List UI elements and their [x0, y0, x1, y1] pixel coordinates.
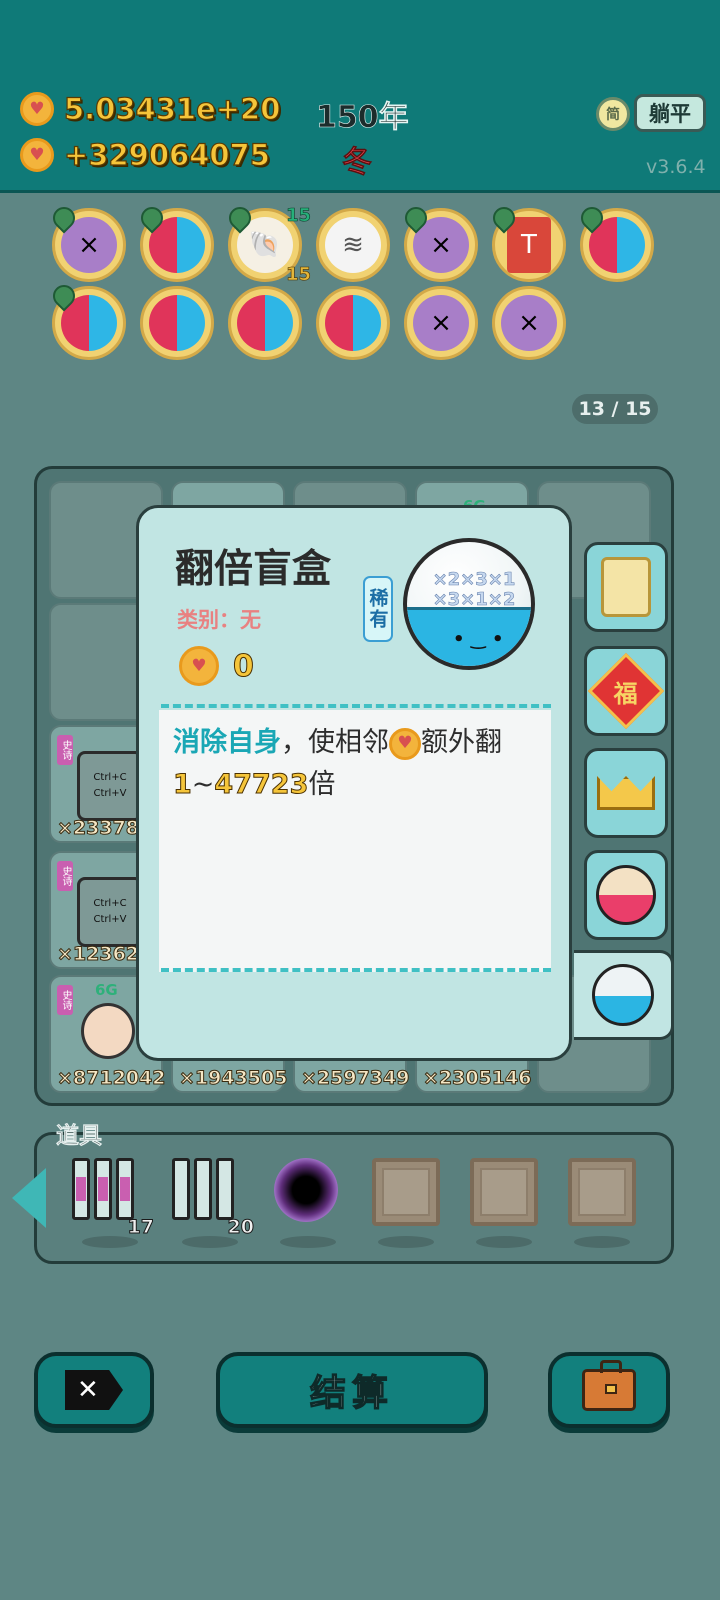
blind-box-tab[interactable]: [574, 950, 674, 1040]
pink-bowl-tab[interactable]: [584, 850, 668, 940]
empty-item-slot[interactable]: [372, 1158, 440, 1226]
description-box: 消除自身，使相邻 ♥ 额外翻1~47723倍: [159, 710, 551, 972]
empty-cards-icon: [172, 1158, 240, 1220]
item-value-row: ♥ 0: [179, 646, 254, 686]
cell-multiplier: ×12362: [56, 943, 140, 966]
bowl-numbers: ×2×3×1 ×3×1×2: [432, 569, 516, 610]
cell-badge: 6G: [95, 981, 118, 999]
blind-box-bowl-icon: [591, 964, 654, 1026]
version-label: v3.6.4: [646, 156, 706, 178]
scroll-left-arrow-icon[interactable]: [12, 1168, 46, 1228]
delete-icon: ✕: [65, 1370, 123, 1410]
dual-bowl-icon: [325, 295, 381, 351]
bag-button[interactable]: [548, 1352, 670, 1428]
ctrl-cv-key-icon: Ctrl+C Ctrl+V: [77, 877, 143, 947]
ctrl-cv-key-icon: Ctrl+C Ctrl+V: [77, 751, 143, 821]
coin-icon: ♥: [20, 92, 54, 126]
money-total: 5.03431e+20: [63, 91, 281, 126]
settle-button[interactable]: 结算: [216, 1352, 488, 1428]
skirt-icon: ≋: [325, 217, 381, 273]
item-coin-value: 0: [233, 648, 255, 684]
top-bar: ♥ 5.03431e+20 ♥ +329064075 150年 冬 简 躺平 v…: [0, 0, 720, 193]
crown-tab[interactable]: [584, 748, 668, 838]
dual-bowl-icon: [237, 295, 293, 351]
relic-multiplier-icon[interactable]: ×: [404, 286, 478, 360]
item-category: 类别：无: [177, 608, 261, 632]
money-gain: +329064075: [63, 137, 270, 172]
black-hole-item[interactable]: [274, 1158, 342, 1226]
crown-icon: [597, 776, 655, 810]
multiplier-icon: ×: [413, 295, 469, 351]
simplify-toggle-icon[interactable]: 简: [596, 97, 630, 131]
relic-dual-bowl-icon[interactable]: [140, 286, 214, 360]
page-indicator: 13 / 15: [572, 394, 658, 424]
relic-dual-bowl-icon[interactable]: [48, 280, 126, 360]
divider: [161, 968, 551, 972]
epic-tag: 史诗: [57, 985, 73, 1015]
cell-multiplier: ×2597349: [300, 1067, 410, 1090]
relic-count-bottom: 15: [285, 264, 312, 286]
briefcase-icon: [582, 1360, 636, 1411]
coin-icon: ♥: [20, 138, 54, 172]
year-label: 150年: [316, 100, 409, 136]
item-detail-popup: 翻倍盲盒 类别：无 ♥ 0 稀有 ×2×3×1 ×3×1×2 • ‿ • 消除自…: [136, 505, 572, 1061]
epic-tag: 史诗: [57, 735, 73, 765]
character-face-icon: [81, 1003, 135, 1059]
relic-dual-bowl-icon[interactable]: [136, 202, 214, 282]
coin-icon: ♥: [179, 646, 219, 686]
settle-label: 结算: [309, 1372, 394, 1414]
relic-dual-bowl-icon[interactable]: [228, 286, 302, 360]
rarity-badge: 稀有: [363, 576, 393, 642]
dual-bowl-icon: [149, 295, 205, 351]
slot-shadow: [182, 1236, 238, 1248]
slot-shadow: [476, 1236, 532, 1248]
multiplier-icon: ×: [501, 295, 557, 351]
epic-tag: 史诗: [57, 861, 73, 891]
slot-shadow: [280, 1236, 336, 1248]
flat-button[interactable]: 躺平: [634, 94, 706, 132]
epic-cards-item[interactable]: 17: [72, 1158, 155, 1239]
items-label: 道具: [56, 1123, 103, 1150]
relic-skirt-icon[interactable]: ≋: [316, 208, 390, 282]
cell-multiplier: ×2305146: [422, 1067, 532, 1090]
fortune-icon: 福: [587, 652, 665, 730]
cell-multiplier: ×23378: [56, 817, 140, 840]
black-hole-icon: [274, 1158, 338, 1222]
season-label: 冬: [342, 145, 373, 181]
claw-machine-tab[interactable]: [584, 542, 668, 632]
cards-icon: [72, 1158, 140, 1220]
fortune-tab[interactable]: 福: [584, 646, 668, 736]
cell-multiplier: ×8712042: [56, 1067, 166, 1090]
relic-count-top: 15: [285, 205, 312, 227]
relic-dual-bowl-icon[interactable]: [576, 202, 654, 282]
relic-multiplier-icon[interactable]: ×: [492, 286, 566, 360]
slot-shadow: [82, 1236, 138, 1248]
relic-multiplier-icon[interactable]: ×: [48, 202, 126, 282]
item-quantity: 17: [127, 1216, 154, 1239]
money-gain-row: ♥ +329064075: [20, 137, 271, 173]
claw-machine-icon: [601, 557, 651, 617]
relic-time-magazine-icon[interactable]: T: [488, 202, 566, 282]
money-total-row: ♥ 5.03431e+20: [20, 91, 281, 127]
relic-multiplier-icon[interactable]: ×: [400, 202, 478, 282]
cell-multiplier: ×1943505: [178, 1067, 288, 1090]
relic-shell-icon[interactable]: 🐚 15 15: [224, 202, 311, 285]
pink-bowl-icon: [596, 865, 656, 925]
coin-icon: ♥: [389, 727, 421, 760]
slot-shadow: [574, 1236, 630, 1248]
empty-item-slot[interactable]: [470, 1158, 538, 1226]
item-quantity: 20: [227, 1216, 254, 1239]
magazine-icon: T: [507, 217, 551, 273]
item-title: 翻倍盲盒: [175, 547, 332, 592]
empty-item-slot[interactable]: [568, 1158, 636, 1226]
item-description: 消除自身，使相邻 ♥ 额外翻1~47723倍: [173, 727, 502, 801]
slot-shadow: [378, 1236, 434, 1248]
empty-cards-item[interactable]: 20: [172, 1158, 255, 1239]
relic-dual-bowl-icon[interactable]: [316, 286, 390, 360]
blind-box-bowl-icon: ×2×3×1 ×3×1×2 • ‿ •: [403, 538, 535, 670]
delete-button[interactable]: ✕: [34, 1352, 154, 1428]
divider: [161, 704, 551, 708]
bowl-face: • ‿ •: [453, 629, 504, 650]
